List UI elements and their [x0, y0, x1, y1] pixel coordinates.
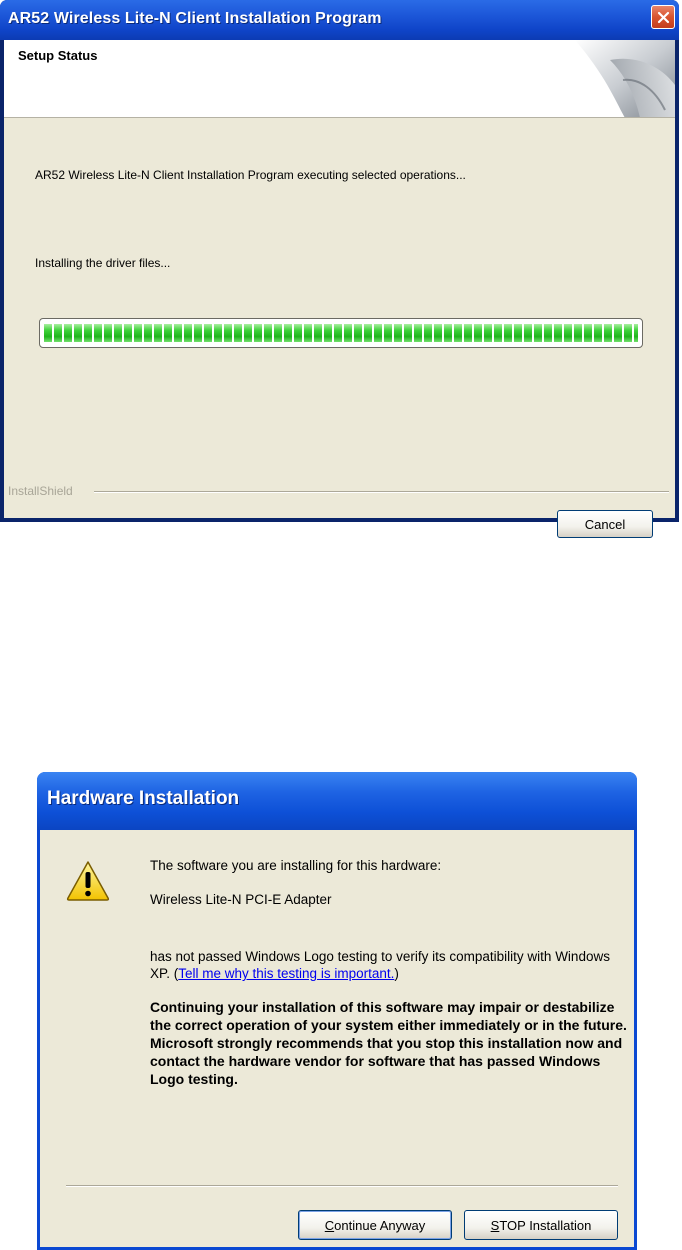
page-curl-graphic [575, 40, 675, 117]
installshield-label: InstallShield [8, 484, 79, 498]
warning-message: Continuing your installation of this sof… [150, 999, 627, 1087]
intro-text: The software you are installing for this… [150, 858, 442, 873]
stop-mnemonic: S [490, 1217, 500, 1233]
continue-mnemonic: C [324, 1217, 335, 1233]
installer-client-area: Setup Status AR52 Wireless Lite-N Client… [4, 40, 675, 538]
page-title: Setup Status [18, 48, 98, 63]
installer-title-bar[interactable]: AR52 Wireless Lite-N Client Installation… [0, 0, 679, 40]
installer-close-button[interactable] [651, 5, 675, 29]
logo-testing-text: has not passed Windows Logo testing to v… [150, 948, 630, 982]
dialog-title-bar[interactable]: Hardware Installation [37, 772, 637, 830]
hardware-installation-dialog: Hardware Installation The software you a… [37, 772, 637, 1250]
status-text: AR52 Wireless Lite-N Client Installation… [35, 168, 466, 182]
branding-separator [94, 491, 669, 493]
stop-installation-button[interactable]: S TOP Installation [464, 1210, 618, 1240]
continue-label: ontinue Anyway [334, 1217, 426, 1233]
dialog-client-area: The software you are installing for this… [40, 830, 634, 1247]
cancel-button[interactable]: Cancel [557, 510, 653, 538]
tell-me-why-link[interactable]: Tell me why this testing is important. [178, 966, 394, 981]
logo-testing-text-part2: ) [394, 966, 399, 981]
continue-anyway-button[interactable]: Continue Anyway [298, 1210, 452, 1240]
installer-window-title: AR52 Wireless Lite-N Client Installation… [8, 10, 382, 27]
progress-bar-fill [44, 324, 638, 342]
dialog-title: Hardware Installation [47, 788, 240, 809]
installshield-branding: InstallShield [4, 484, 675, 498]
device-name: Wireless Lite-N PCI-E Adapter [150, 892, 332, 907]
installer-header: Setup Status [4, 40, 675, 118]
current-action-text: Installing the driver files... [35, 256, 171, 270]
warning-icon [66, 861, 110, 901]
close-icon [657, 11, 669, 23]
dialog-separator [66, 1185, 618, 1187]
stop-label: TOP Installation [499, 1217, 592, 1233]
installer-window: AR52 Wireless Lite-N Client Installation… [0, 0, 679, 538]
progress-bar [39, 318, 643, 348]
